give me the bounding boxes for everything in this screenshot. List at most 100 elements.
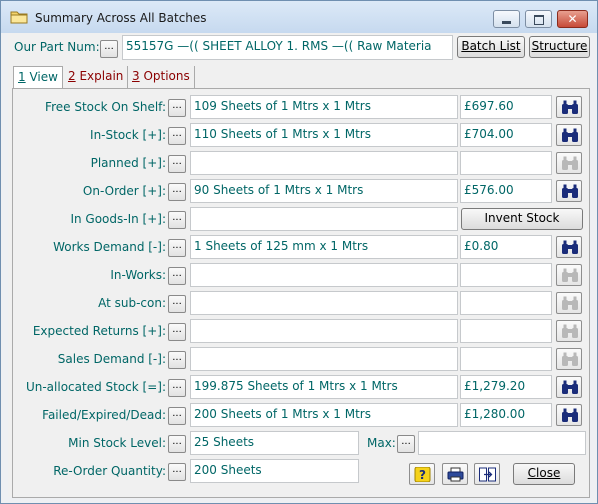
row-value-field[interactable]: £1,280.00: [460, 403, 552, 427]
row-value-field[interactable]: £697.60: [460, 95, 552, 119]
export-button[interactable]: [474, 463, 500, 485]
row-browse-button[interactable]: ...: [168, 407, 186, 425]
tab-explain[interactable]: 2 Explain: [64, 66, 129, 88]
row-value-field[interactable]: [460, 319, 552, 343]
min-stock-label: Min Stock Level:: [68, 436, 166, 450]
binoculars-icon: [562, 184, 578, 198]
binoculars-button[interactable]: [556, 264, 582, 286]
min-stock-field[interactable]: 25 Sheets: [190, 431, 359, 455]
row-browse-button[interactable]: ...: [168, 239, 186, 257]
structure-label: Structure: [531, 39, 588, 53]
minimize-icon: [502, 21, 511, 24]
row-quantity-field[interactable]: [190, 207, 458, 231]
row-label: At sub-con:: [98, 296, 166, 310]
part-num-label: Our Part Num:: [14, 40, 100, 54]
row-quantity-field[interactable]: [190, 319, 458, 343]
row-value-field[interactable]: £1,279.20: [460, 375, 552, 399]
binoculars-icon: [562, 408, 578, 422]
row-value-field[interactable]: [460, 263, 552, 287]
folder-icon: [10, 11, 28, 24]
row-quantity-field[interactable]: 200 Sheets of 1 Mtrs x 1 Mtrs: [190, 403, 458, 427]
row-quantity-field[interactable]: 199.875 Sheets of 1 Mtrs x 1 Mtrs: [190, 375, 458, 399]
row-browse-button[interactable]: ...: [168, 127, 186, 145]
batch-list-button[interactable]: Batch List: [457, 36, 525, 58]
binoculars-button[interactable]: [556, 404, 582, 426]
summary-window: Summary Across All Batches ✕ Our Part Nu…: [0, 0, 598, 504]
row-label: On-Order [+]:: [82, 184, 166, 198]
reorder-qty-browse-button[interactable]: ...: [168, 463, 186, 481]
part-num-browse-button[interactable]: ...: [100, 40, 118, 58]
binoculars-icon: [562, 156, 578, 170]
max-field[interactable]: [418, 431, 586, 455]
binoculars-button[interactable]: [556, 292, 582, 314]
row-quantity-field[interactable]: 110 Sheets of 1 Mtrs x 1 Mtrs: [190, 123, 458, 147]
close-label: Close: [527, 466, 561, 480]
batch-list-label: Batch List: [461, 39, 521, 53]
binoculars-icon: [562, 324, 578, 338]
tab-options-num: 3: [132, 69, 140, 83]
row-value-field[interactable]: £0.80: [460, 235, 552, 259]
svg-text:?: ?: [419, 468, 426, 482]
row-label: Un-allocated Stock [=]:: [25, 380, 166, 394]
close-button[interactable]: Close: [513, 463, 575, 485]
row-label: Free Stock On Shelf:: [45, 100, 166, 114]
row-label: Sales Demand [-]:: [57, 352, 166, 366]
row-quantity-field[interactable]: [190, 151, 458, 175]
row-quantity-field[interactable]: [190, 263, 458, 287]
binoculars-button[interactable]: [556, 236, 582, 258]
row-browse-button[interactable]: ...: [168, 295, 186, 313]
binoculars-button[interactable]: [556, 348, 582, 370]
binoculars-button[interactable]: [556, 124, 582, 146]
binoculars-icon: [562, 128, 578, 142]
row-browse-button[interactable]: ...: [168, 379, 186, 397]
binoculars-button[interactable]: [556, 96, 582, 118]
minimize-button[interactable]: [493, 10, 520, 28]
row-browse-button[interactable]: ...: [168, 183, 186, 201]
binoculars-icon: [562, 380, 578, 394]
row-label: Expected Returns [+]:: [32, 324, 166, 338]
help-button[interactable]: ?: [409, 463, 435, 485]
row-browse-button[interactable]: ...: [168, 351, 186, 369]
maximize-button[interactable]: [525, 10, 552, 28]
tab-options-label: Options: [139, 69, 190, 83]
tab-options[interactable]: 3 Options: [128, 66, 195, 88]
row-quantity-field[interactable]: [190, 291, 458, 315]
row-value-field[interactable]: [460, 151, 552, 175]
tab-view[interactable]: 1 View: [13, 66, 63, 90]
reorder-qty-field[interactable]: 200 Sheets: [190, 459, 359, 483]
row-quantity-field[interactable]: 90 Sheets of 1 Mtrs x 1 Mtrs: [190, 179, 458, 203]
binoculars-icon: [562, 100, 578, 114]
tab-view-label: View: [25, 70, 58, 84]
row-browse-button[interactable]: ...: [168, 99, 186, 117]
row-browse-button[interactable]: ...: [168, 323, 186, 341]
max-browse-button[interactable]: ...: [397, 435, 415, 453]
dialog-client-area: Our Part Num: ... 55157G —(( SHEET ALLOY…: [8, 33, 590, 498]
row-value-field[interactable]: [460, 347, 552, 371]
row-browse-button[interactable]: ...: [168, 211, 186, 229]
row-quantity-field[interactable]: [190, 347, 458, 371]
min-stock-browse-button[interactable]: ...: [168, 435, 186, 453]
row-label: In-Works:: [110, 268, 166, 282]
binoculars-button[interactable]: [556, 320, 582, 342]
binoculars-button[interactable]: [556, 180, 582, 202]
row-browse-button[interactable]: ...: [168, 155, 186, 173]
structure-button[interactable]: Structure: [529, 36, 590, 58]
close-window-button[interactable]: ✕: [557, 10, 588, 28]
print-button[interactable]: [442, 463, 468, 485]
binoculars-button[interactable]: [556, 376, 582, 398]
row-browse-button[interactable]: ...: [168, 267, 186, 285]
invent-stock-button[interactable]: Invent Stock: [461, 208, 583, 230]
row-value-field[interactable]: £576.00: [460, 179, 552, 203]
binoculars-button[interactable]: [556, 152, 582, 174]
row-quantity-field[interactable]: 109 Sheets of 1 Mtrs x 1 Mtrs: [190, 95, 458, 119]
row-value-field[interactable]: £704.00: [460, 123, 552, 147]
tab-explain-num: 2: [68, 69, 76, 83]
binoculars-icon: [562, 296, 578, 310]
row-label: Failed/Expired/Dead:: [42, 408, 166, 422]
help-icon: ?: [414, 467, 431, 482]
row-quantity-field[interactable]: 1 Sheets of 125 mm x 1 Mtrs: [190, 235, 458, 259]
part-num-field[interactable]: 55157G —(( SHEET ALLOY 1. RMS —(( Raw Ma…: [122, 35, 453, 60]
row-value-field[interactable]: [460, 291, 552, 315]
row-label: Works Demand [-]:: [53, 240, 166, 254]
title-bar[interactable]: Summary Across All Batches ✕: [1, 1, 597, 33]
